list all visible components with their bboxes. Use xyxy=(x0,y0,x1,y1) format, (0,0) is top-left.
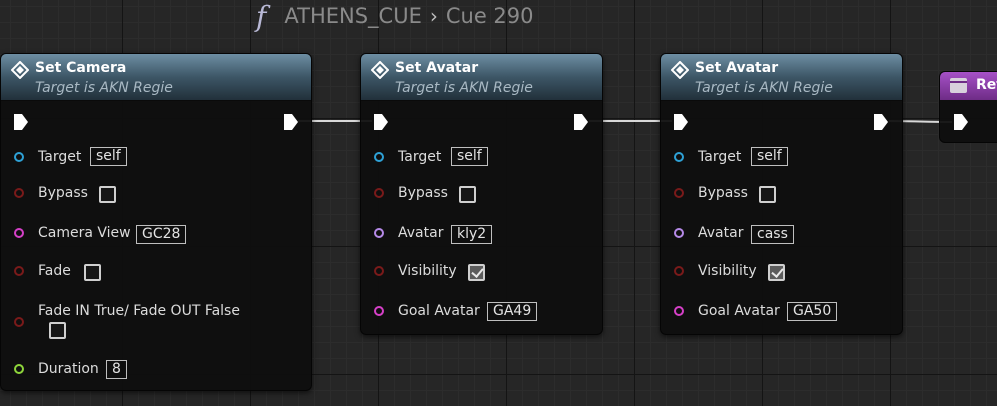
node-title: Ret xyxy=(976,77,997,93)
struct-pin-icon[interactable] xyxy=(674,306,684,316)
bool-pin-icon[interactable] xyxy=(374,188,384,198)
breadcrumb-separator-icon: › xyxy=(429,4,438,28)
node-header[interactable]: Set Camera Target is AKN Regie xyxy=(1,54,311,101)
pin-label: Avatar xyxy=(698,225,744,241)
node-header[interactable]: Set Avatar Target is AKN Regie xyxy=(661,54,902,101)
object-pin-icon[interactable] xyxy=(14,152,24,162)
function-icon: f xyxy=(256,0,267,33)
target-value-input[interactable]: self xyxy=(751,147,788,166)
bypass-checkbox[interactable] xyxy=(459,186,476,203)
fade-in-out-checkbox[interactable] xyxy=(49,322,66,339)
target-value-input[interactable]: self xyxy=(90,147,127,166)
exec-out-pin-icon[interactable] xyxy=(573,113,589,131)
bool-pin-icon[interactable] xyxy=(14,317,24,327)
pin-label: Camera View xyxy=(38,225,131,241)
bool-pin-icon[interactable] xyxy=(374,266,384,276)
goal-avatar-input[interactable]: GA50 xyxy=(787,302,838,321)
bool-pin-icon[interactable] xyxy=(674,266,684,276)
pin-label: Bypass xyxy=(398,185,448,201)
avatar-pin-icon[interactable] xyxy=(674,228,684,238)
float-pin-icon[interactable] xyxy=(14,364,24,374)
duration-input[interactable]: 8 xyxy=(106,360,127,379)
node-return[interactable]: Ret xyxy=(939,71,997,143)
bypass-checkbox[interactable] xyxy=(759,186,776,203)
pin-label: Avatar xyxy=(398,225,444,241)
pin-label: Fade xyxy=(38,263,71,279)
node-set-avatar-1[interactable]: Set Avatar Target is AKN Regie Target se… xyxy=(360,53,603,335)
exec-in-pin-icon[interactable] xyxy=(13,113,29,131)
node-title: Set Camera xyxy=(35,60,127,76)
node-subtitle: Target is AKN Regie xyxy=(395,80,533,96)
breadcrumb-graph[interactable]: Cue 290 xyxy=(446,4,534,28)
pin-label: Target xyxy=(38,149,82,165)
breadcrumb: f ATHENS_CUE › Cue 290 xyxy=(256,0,534,33)
pin-label: Goal Avatar xyxy=(398,303,480,319)
node-set-camera[interactable]: Set Camera Target is AKN Regie Target se… xyxy=(0,53,312,391)
node-header[interactable]: Ret xyxy=(940,72,997,100)
bool-pin-icon[interactable] xyxy=(674,188,684,198)
pin-label: Target xyxy=(698,149,742,165)
fade-checkbox[interactable] xyxy=(84,264,101,281)
pin-label: Duration xyxy=(38,361,99,377)
exec-in-pin-icon[interactable] xyxy=(373,113,389,131)
pin-label: Visibility xyxy=(698,263,757,279)
node-header[interactable]: Set Avatar Target is AKN Regie xyxy=(361,54,602,101)
breadcrumb-function[interactable]: ATHENS_CUE xyxy=(284,4,421,28)
struct-pin-icon[interactable] xyxy=(14,228,24,238)
avatar-input[interactable]: cass xyxy=(751,225,794,244)
return-node-icon xyxy=(950,78,967,93)
node-set-avatar-2[interactable]: Set Avatar Target is AKN Regie Target se… xyxy=(660,53,903,335)
avatar-input[interactable]: kly2 xyxy=(451,225,493,244)
camera-view-input[interactable]: GC28 xyxy=(136,225,187,244)
exec-out-pin-icon[interactable] xyxy=(283,113,299,131)
function-diamond-icon xyxy=(371,61,389,79)
node-subtitle: Target is AKN Regie xyxy=(35,80,173,96)
pin-label: Fade IN True/ Fade OUT False xyxy=(38,303,240,319)
object-pin-icon[interactable] xyxy=(674,152,684,162)
function-diamond-icon xyxy=(671,61,689,79)
bool-pin-icon[interactable] xyxy=(14,188,24,198)
node-subtitle: Target is AKN Regie xyxy=(695,80,833,96)
avatar-pin-icon[interactable] xyxy=(374,228,384,238)
node-title: Set Avatar xyxy=(695,60,779,76)
pin-label: Visibility xyxy=(398,263,457,279)
object-pin-icon[interactable] xyxy=(374,152,384,162)
exec-in-pin-icon[interactable] xyxy=(673,113,689,131)
visibility-checkbox[interactable] xyxy=(768,264,785,281)
bypass-checkbox[interactable] xyxy=(99,186,116,203)
visibility-checkbox[interactable] xyxy=(468,264,485,281)
pin-label: Bypass xyxy=(38,185,88,201)
goal-avatar-input[interactable]: GA49 xyxy=(487,302,538,321)
bool-pin-icon[interactable] xyxy=(14,266,24,276)
struct-pin-icon[interactable] xyxy=(374,306,384,316)
exec-out-pin-icon[interactable] xyxy=(873,113,889,131)
pin-label: Goal Avatar xyxy=(698,303,780,319)
function-diamond-icon xyxy=(11,61,29,79)
node-title: Set Avatar xyxy=(395,60,479,76)
exec-in-pin-icon[interactable] xyxy=(953,113,969,131)
target-value-input[interactable]: self xyxy=(451,147,488,166)
pin-label: Target xyxy=(398,149,442,165)
pin-label: Bypass xyxy=(698,185,748,201)
